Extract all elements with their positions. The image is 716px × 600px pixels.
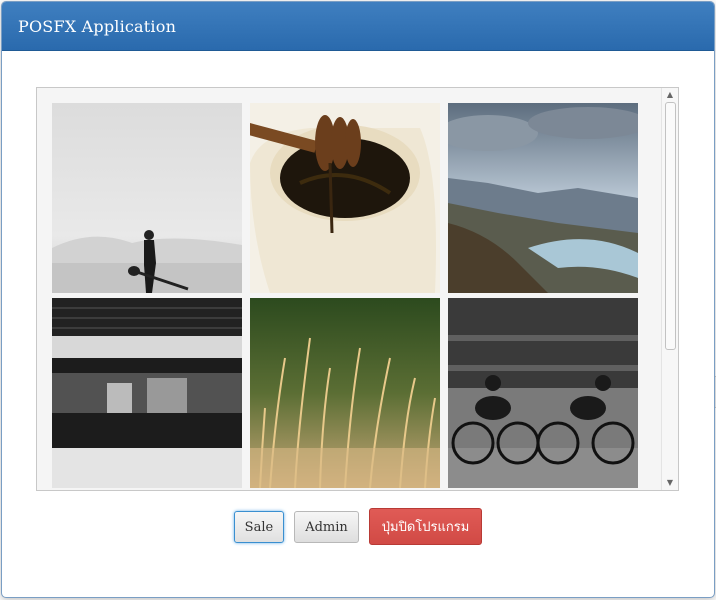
scroll-down-arrow-icon[interactable]: ▼ <box>662 476 678 490</box>
dialog-button-bar: Sale Admin ปุ่มปิดโปรแกรม <box>2 508 714 545</box>
wild-grass-photo[interactable] <box>250 298 440 488</box>
admin-button[interactable]: Admin <box>294 511 359 543</box>
gallery-scrollbar[interactable]: ▲ ▼ <box>661 88 678 490</box>
subway-train-photo[interactable] <box>52 298 242 488</box>
image-gallery[interactable]: ▲ ▼ <box>36 87 679 491</box>
scroll-thumb[interactable] <box>665 102 676 350</box>
dialog-title: POSFX Application <box>18 16 177 36</box>
sale-button[interactable]: Sale <box>233 511 285 543</box>
scroll-up-arrow-icon[interactable]: ▲ <box>662 88 678 102</box>
app-dialog: POSFX Application ▲ ▼ Sale Admin ปุ่มปิด… <box>1 1 715 598</box>
exit-program-button[interactable]: ปุ่มปิดโปรแกรม <box>368 508 483 545</box>
dialog-header: POSFX Application <box>2 2 714 51</box>
cyclists-motion-photo[interactable] <box>448 298 638 488</box>
honey-dipper-photo[interactable] <box>250 103 440 293</box>
desert-guitarist-photo[interactable] <box>52 103 242 293</box>
mountain-lake-photo[interactable] <box>448 103 638 293</box>
